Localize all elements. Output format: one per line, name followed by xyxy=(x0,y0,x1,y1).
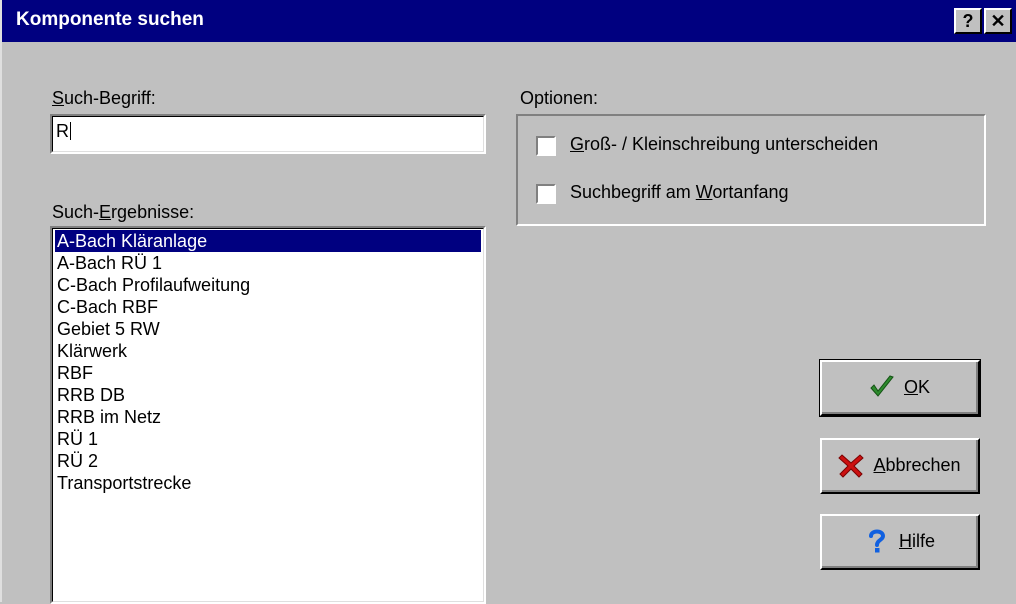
search-results-list[interactable]: A-Bach Kläranlage A-Bach RÜ 1 C-Bach Profi… xyxy=(50,226,486,604)
list-item[interactable]: C-Bach Profilaufweitung xyxy=(55,274,481,296)
title-bar[interactable]: Komponente suchen ? ✕ xyxy=(2,0,1016,42)
question-mark-icon xyxy=(868,529,885,553)
list-item[interactable]: RÜ 2 xyxy=(55,450,481,472)
list-item[interactable]: Transportstrecke xyxy=(55,472,481,494)
help-button-label: Hilfe xyxy=(898,530,935,551)
options-label: Optionen: xyxy=(520,88,599,108)
list-item[interactable]: RÜ 1 xyxy=(55,428,481,450)
case-sensitive-checkbox[interactable] xyxy=(536,136,556,156)
list-item[interactable]: RRB im Netz xyxy=(55,406,481,428)
search-input[interactable]: R xyxy=(50,114,486,154)
help-button[interactable]: Hilfe xyxy=(820,514,980,570)
close-button[interactable]: ✕ xyxy=(984,8,1012,34)
search-term-label: Such-Begriff: xyxy=(52,88,156,108)
list-item[interactable]: A-Bach Kläranlage xyxy=(55,230,481,252)
window-title: Komponente suchen xyxy=(16,9,204,30)
list-item[interactable]: RBF xyxy=(55,362,481,384)
ok-button[interactable]: OK xyxy=(819,359,981,417)
ok-button-label: OK xyxy=(903,376,931,397)
word-start-checkbox[interactable] xyxy=(536,184,556,204)
search-results-label: Such-Ergebnisse: xyxy=(52,202,195,222)
list-item[interactable]: Gebiet 5 RW xyxy=(55,318,481,340)
list-item[interactable]: A-Bach RÜ 1 xyxy=(55,252,481,274)
search-input-value: R xyxy=(56,121,71,141)
cancel-button-label: Abbrechen xyxy=(873,454,961,475)
red-x-icon xyxy=(838,454,865,478)
options-group xyxy=(516,114,986,226)
cancel-button[interactable]: Abbrechen xyxy=(820,438,980,494)
search-component-dialog: Komponente suchen ? ✕ Such-Begriff: R Su… xyxy=(0,0,1016,604)
list-item[interactable]: C-Bach RBF xyxy=(55,296,481,318)
list-item[interactable]: Klärwerk xyxy=(55,340,481,362)
list-item[interactable]: RRB DB xyxy=(55,384,481,406)
checkmark-icon xyxy=(870,375,894,397)
word-start-label[interactable]: Suchbegriff am Wortanfang xyxy=(570,182,788,203)
case-sensitive-label[interactable]: Groß- / Kleinschreibung unterscheiden xyxy=(570,134,878,155)
help-title-button[interactable]: ? xyxy=(954,8,982,34)
